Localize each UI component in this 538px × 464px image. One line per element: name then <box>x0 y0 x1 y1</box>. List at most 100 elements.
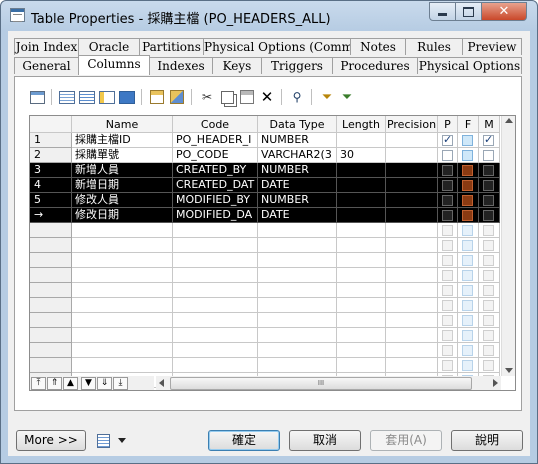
checkbox-p[interactable] <box>442 210 453 221</box>
checkbox-m[interactable] <box>483 165 494 176</box>
checkbox-m[interactable] <box>483 210 494 221</box>
delete-button[interactable]: ✕ <box>258 88 276 106</box>
table-row[interactable]: → 修改日期 MODIFIED_DA DATE <box>30 208 500 223</box>
paste-clipboard-button[interactable] <box>238 88 256 106</box>
header-name[interactable]: Name <box>72 116 173 133</box>
apply-button[interactable]: 套用(A) <box>370 430 442 451</box>
tab-join-index[interactable]: Join Index <box>14 38 79 55</box>
cell-length[interactable] <box>337 283 386 298</box>
insert-row-button[interactable] <box>78 88 96 106</box>
empty-row[interactable] <box>30 358 500 373</box>
cell-precision[interactable] <box>386 268 438 283</box>
empty-row[interactable] <box>30 268 500 283</box>
checkbox-f[interactable] <box>462 225 473 236</box>
cell-code[interactable]: CREATED_BY <box>173 163 258 178</box>
cell-type[interactable] <box>258 253 337 268</box>
cell-type[interactable] <box>258 268 337 283</box>
tab-keys[interactable]: Keys <box>212 57 262 74</box>
cell-length[interactable] <box>337 298 386 313</box>
checkbox-f[interactable] <box>462 345 473 356</box>
cell-code[interactable] <box>173 223 258 238</box>
empty-row[interactable] <box>30 283 500 298</box>
checkbox-m[interactable] <box>483 225 494 236</box>
checkbox-f[interactable] <box>462 165 473 176</box>
cell-type[interactable] <box>258 313 337 328</box>
checkbox-m[interactable] <box>483 195 494 206</box>
scroll-up-icon[interactable] <box>505 118 513 123</box>
cell-length[interactable] <box>337 208 386 223</box>
empty-row[interactable] <box>30 343 500 358</box>
cell-precision[interactable] <box>386 223 438 238</box>
checkbox-f[interactable] <box>462 360 473 371</box>
tab-physical-options-common[interactable]: Physical Options (Common) <box>203 38 373 55</box>
checkbox-p[interactable] <box>442 133 453 147</box>
cell-code[interactable] <box>173 238 258 253</box>
cell-name[interactable] <box>72 358 173 373</box>
cell-name[interactable] <box>72 238 173 253</box>
filter-button[interactable]: ⏷ <box>318 88 336 106</box>
empty-row[interactable] <box>30 253 500 268</box>
tab-columns[interactable]: Columns <box>78 55 150 75</box>
more-button[interactable]: More >> <box>16 430 86 451</box>
horizontal-scrollbar[interactable]: III <box>156 376 501 390</box>
move-page-down-button[interactable]: ⇓ <box>97 377 112 390</box>
checkbox-f[interactable] <box>462 150 473 161</box>
cell-length[interactable] <box>337 223 386 238</box>
cell-length[interactable] <box>337 163 386 178</box>
row-number[interactable]: 3 <box>30 163 72 178</box>
empty-row[interactable] <box>30 238 500 253</box>
row-number[interactable] <box>30 298 72 313</box>
cell-name[interactable] <box>72 343 173 358</box>
checkbox-m[interactable] <box>483 345 494 356</box>
cell-name[interactable] <box>72 283 173 298</box>
checkbox-f[interactable] <box>462 285 473 296</box>
cell-length[interactable] <box>337 358 386 373</box>
row-number[interactable]: 4 <box>30 178 72 193</box>
cell-type[interactable] <box>258 238 337 253</box>
row-number[interactable]: 2 <box>30 148 72 163</box>
tab-procedures[interactable]: Procedures <box>332 57 418 74</box>
row-number[interactable] <box>30 253 72 268</box>
hscroll-thumb[interactable]: III <box>170 377 472 390</box>
header-foreign[interactable]: F <box>458 116 479 133</box>
cell-type[interactable]: VARCHAR2(3 <box>258 148 337 163</box>
cell-length[interactable] <box>337 193 386 208</box>
checkbox-m[interactable] <box>483 315 494 326</box>
cell-precision[interactable] <box>386 163 438 178</box>
cell-type[interactable]: DATE <box>258 208 337 223</box>
empty-row[interactable] <box>30 298 500 313</box>
cell-name[interactable]: 修改日期 <box>72 208 173 223</box>
cell-length[interactable] <box>337 238 386 253</box>
cell-code[interactable] <box>173 343 258 358</box>
checkbox-f[interactable] <box>462 315 473 326</box>
row-number[interactable]: → <box>30 208 72 223</box>
checkbox-f[interactable] <box>462 240 473 251</box>
checkbox-p[interactable] <box>442 330 453 341</box>
title-bar[interactable]: Table Properties - 採購主檔 (PO_HEADERS_ALL)… <box>1 1 537 31</box>
cell-precision[interactable] <box>386 238 438 253</box>
cell-type[interactable] <box>258 328 337 343</box>
cell-length[interactable]: 30 <box>337 148 386 163</box>
cell-code[interactable] <box>173 358 258 373</box>
tab-oracle[interactable]: Oracle <box>78 38 140 55</box>
cell-precision[interactable] <box>386 358 438 373</box>
row-number[interactable] <box>30 328 72 343</box>
checkbox-p[interactable] <box>442 285 453 296</box>
tab-physical-options[interactable]: Physical Options <box>417 57 522 74</box>
header-precision[interactable]: Precision <box>386 116 438 133</box>
scroll-right-icon[interactable] <box>493 379 498 387</box>
add-row-button[interactable] <box>58 88 76 106</box>
checkbox-p[interactable] <box>442 255 453 266</box>
filter-clear-button[interactable]: ⏷ <box>338 88 356 106</box>
cell-type[interactable]: DATE <box>258 178 337 193</box>
cell-code[interactable]: MODIFIED_DA <box>173 208 258 223</box>
cell-code[interactable]: CREATED_DAT <box>173 178 258 193</box>
tab-rules[interactable]: Rules <box>405 38 463 55</box>
checkbox-f[interactable] <box>462 255 473 266</box>
checkbox-m[interactable] <box>483 240 494 251</box>
checkbox-p[interactable] <box>442 270 453 281</box>
checkbox-m[interactable] <box>483 180 494 191</box>
menu-dropdown-button[interactable] <box>97 432 129 449</box>
paste-button[interactable] <box>148 88 166 106</box>
tab-preview[interactable]: Preview <box>462 38 522 55</box>
